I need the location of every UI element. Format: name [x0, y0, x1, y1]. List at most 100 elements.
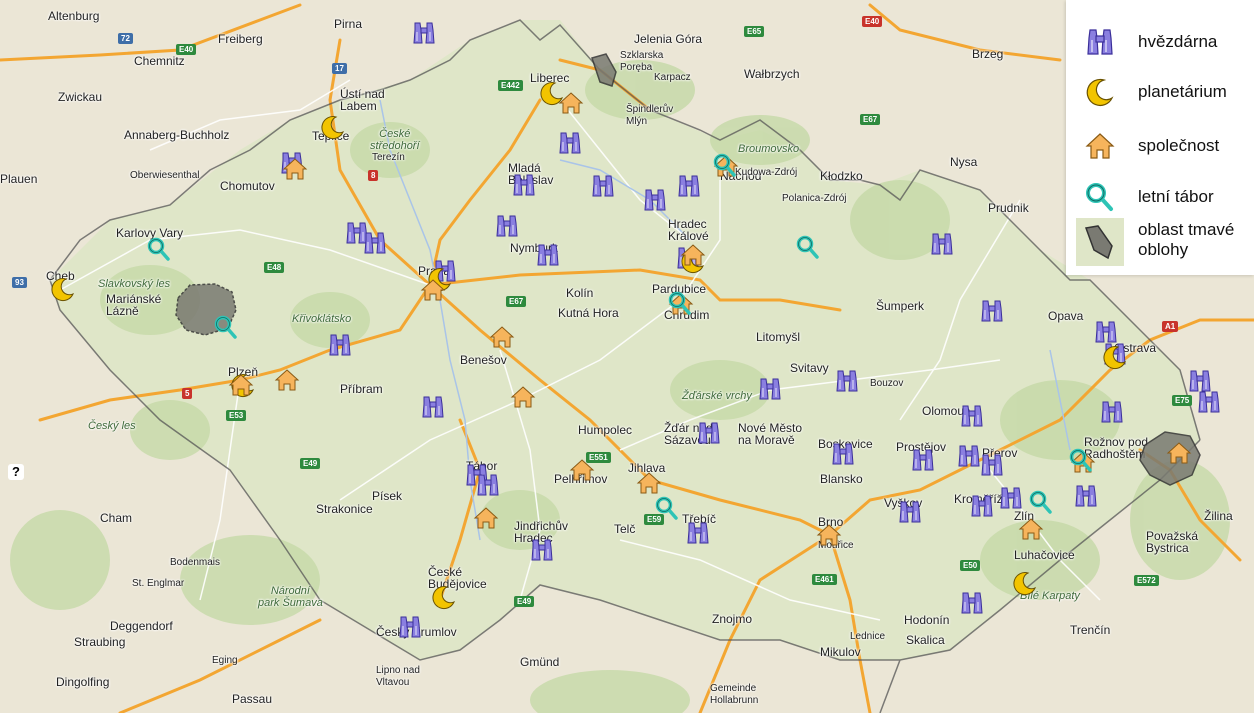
binoculars-icon[interactable]: [511, 172, 537, 198]
city-label: Luhačovice: [1014, 548, 1075, 562]
house-icon[interactable]: [680, 242, 706, 268]
binoculars-icon[interactable]: [897, 499, 923, 525]
house-icon[interactable]: [420, 277, 446, 303]
binoculars-icon[interactable]: [998, 485, 1024, 511]
city-label: Lednice: [850, 631, 886, 642]
binoculars-icon[interactable]: [959, 403, 985, 429]
city-label: Žilina: [1204, 509, 1233, 523]
city-label: Bouzov: [870, 378, 904, 389]
city-label: Šumperk: [876, 299, 925, 313]
pin-icon[interactable]: [1068, 447, 1094, 473]
city-label: Špindlerův Mlýn: [626, 104, 674, 127]
binoculars-icon[interactable]: [757, 376, 783, 402]
city-label: Kolín: [566, 286, 594, 300]
pin-icon[interactable]: [795, 234, 821, 260]
city-label: Benešov: [460, 353, 507, 367]
house-icon[interactable]: [282, 156, 308, 182]
binoculars-icon[interactable]: [420, 394, 446, 420]
road-shield: 72: [118, 33, 133, 44]
road-shield: E49: [514, 596, 535, 607]
binoculars-icon[interactable]: [929, 231, 955, 257]
city-label: Altenburg: [48, 9, 100, 23]
binoculars-icon[interactable]: [529, 537, 555, 563]
binoculars-icon[interactable]: [979, 298, 1005, 324]
road-shield: A1: [1162, 321, 1179, 332]
city-label: Kudowa-Zdrój: [735, 167, 798, 178]
pin-icon[interactable]: [213, 314, 239, 340]
road-shield: E461: [812, 574, 837, 585]
city-label: Nysa: [950, 155, 978, 169]
binoculars-icon[interactable]: [834, 368, 860, 394]
binoculars-icon[interactable]: [969, 493, 995, 519]
binoculars-icon[interactable]: [1099, 399, 1125, 425]
binoculars-icon[interactable]: [362, 230, 388, 256]
binoculars-icon[interactable]: [696, 420, 722, 446]
road-shield: 8: [368, 170, 379, 181]
region-label: České středohoří: [370, 128, 420, 152]
binoculars-icon[interactable]: [910, 447, 936, 473]
binoculars-icon[interactable]: [1073, 483, 1099, 509]
pin-icon[interactable]: [712, 152, 738, 178]
road-shield: 5: [182, 388, 193, 399]
city-label: Skalica: [906, 633, 945, 647]
road-shield: E40: [176, 44, 197, 55]
region-label: Křivoklátsko: [292, 313, 352, 325]
house-icon[interactable]: [228, 372, 254, 398]
city-label: Kutná Hora: [558, 306, 619, 320]
crescent-moon-icon[interactable]: [431, 584, 457, 610]
binoculars-icon[interactable]: [642, 187, 668, 213]
city-label: St. Englmar: [132, 578, 185, 589]
region-label: Národní park Šumava: [258, 585, 323, 609]
crescent-moon-icon[interactable]: [1012, 570, 1038, 596]
pin-icon[interactable]: [1028, 489, 1054, 515]
house-icon[interactable]: [636, 470, 662, 496]
binoculars-icon[interactable]: [557, 130, 583, 156]
binoculars-icon[interactable]: [685, 520, 711, 546]
house-icon[interactable]: [1166, 440, 1192, 466]
crescent-moon-icon[interactable]: [320, 114, 346, 140]
crescent-moon-icon[interactable]: [1102, 344, 1128, 370]
city-label: Litomyšl: [756, 330, 801, 344]
house-icon[interactable]: [816, 522, 842, 548]
city-label: Gmünd: [520, 655, 560, 669]
binoculars-icon[interactable]: [979, 452, 1005, 478]
pin-icon[interactable]: [667, 290, 693, 316]
binoculars-icon[interactable]: [411, 20, 437, 46]
city-label: Dingolfing: [56, 675, 110, 689]
road-shield: E50: [960, 560, 981, 571]
city-label: Chomutov: [220, 179, 275, 193]
help-button[interactable]: ?: [8, 464, 24, 480]
binoculars-icon[interactable]: [1196, 389, 1222, 415]
binoculars-icon[interactable]: [590, 173, 616, 199]
city-label: Mariánské Lázně: [106, 292, 162, 318]
binoculars-icon[interactable]: [494, 213, 520, 239]
road-shield: E67: [506, 296, 527, 307]
road-shield: E53: [226, 410, 247, 421]
binoculars-icon[interactable]: [327, 332, 353, 358]
binoculars-icon[interactable]: [397, 614, 423, 640]
city-label: Znojmo: [712, 612, 753, 626]
house-icon[interactable]: [569, 457, 595, 483]
house-icon[interactable]: [558, 90, 584, 116]
house-icon[interactable]: [473, 505, 499, 531]
road-shield: E67: [860, 114, 881, 125]
city-label: Prudnik: [988, 201, 1029, 215]
city-label: Deggendorf: [110, 619, 173, 633]
city-label: Cham: [100, 511, 133, 525]
legend-label: planetárium: [1138, 82, 1227, 101]
house-icon[interactable]: [510, 384, 536, 410]
house-icon[interactable]: [1018, 516, 1044, 542]
binoculars-icon[interactable]: [535, 242, 561, 268]
house-icon[interactable]: [489, 324, 515, 350]
house-icon[interactable]: [274, 367, 300, 393]
legend-label: letní tábor: [1138, 187, 1214, 206]
pin-icon: [1084, 181, 1116, 213]
road-shield: 17: [332, 63, 347, 74]
crescent-moon-icon[interactable]: [50, 276, 76, 302]
binoculars-icon[interactable]: [676, 173, 702, 199]
pin-icon[interactable]: [654, 495, 680, 521]
binoculars-icon[interactable]: [959, 590, 985, 616]
binoculars-icon[interactable]: [475, 472, 501, 498]
pin-icon[interactable]: [146, 236, 172, 262]
binoculars-icon[interactable]: [830, 441, 856, 467]
